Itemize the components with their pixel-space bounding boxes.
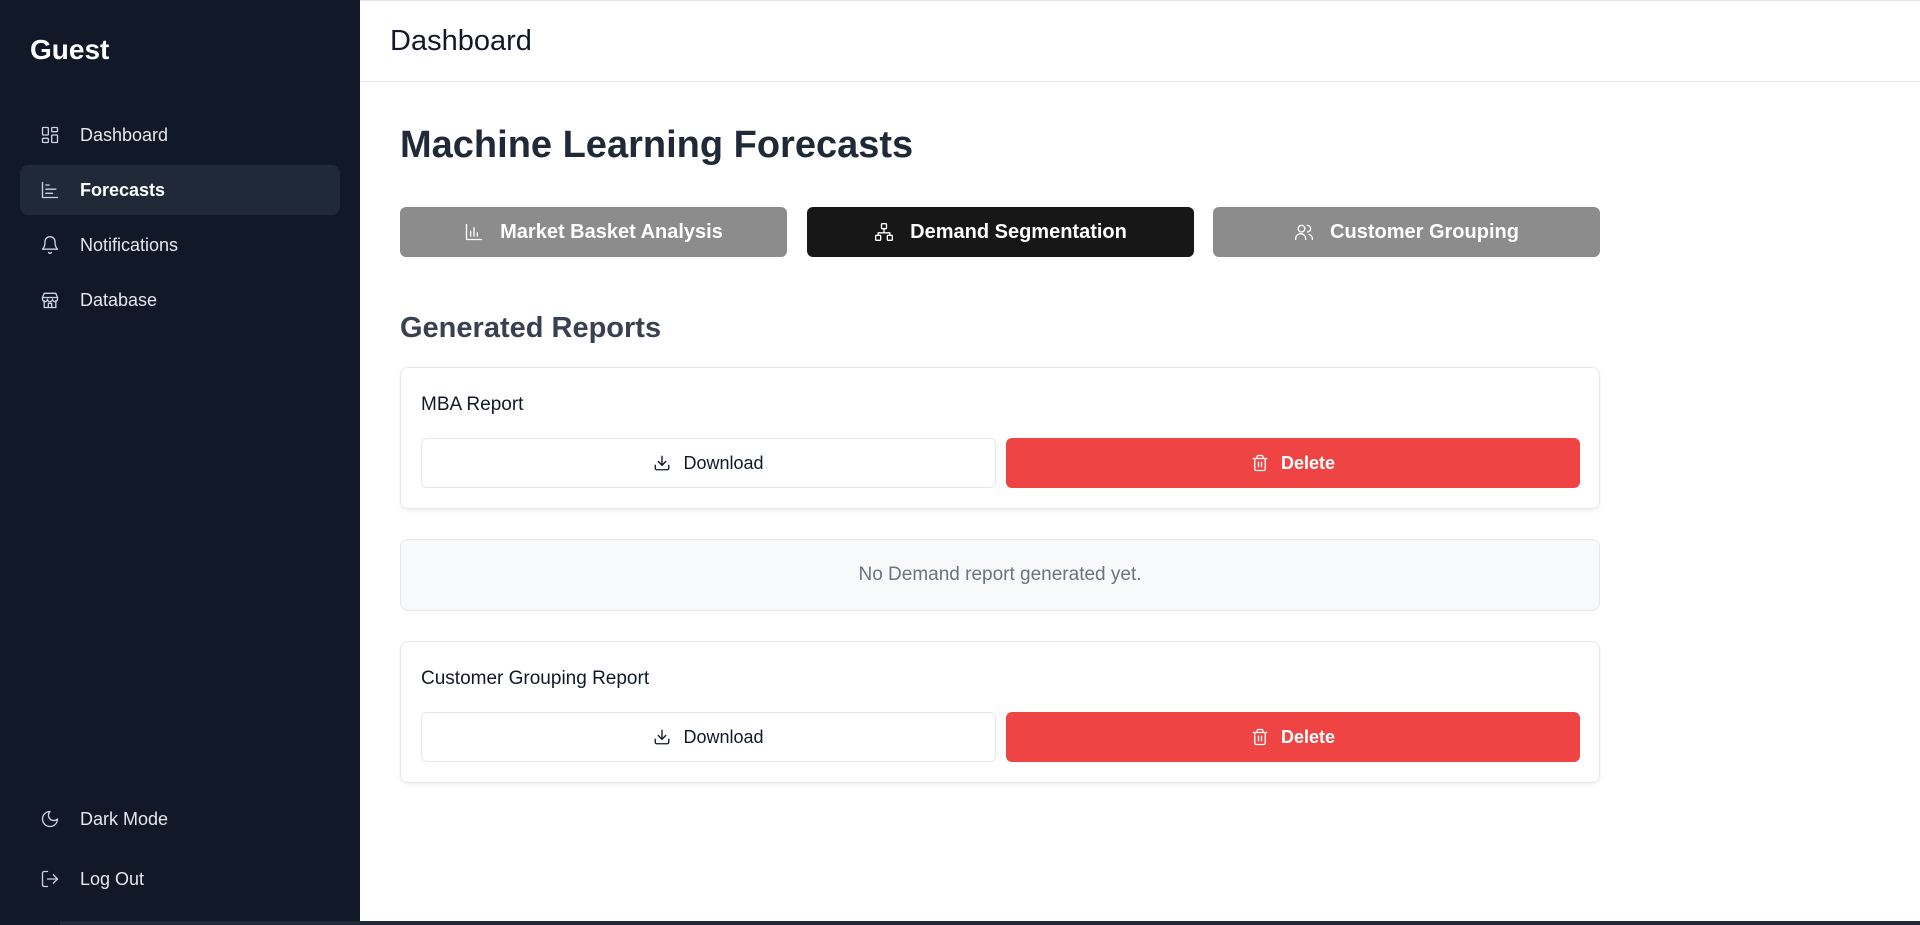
empty-demand-report: No Demand report generated yet. [400, 539, 1600, 611]
tab-demand-segmentation[interactable]: Demand Segmentation [807, 207, 1194, 257]
sidebar-item-label: Dashboard [80, 124, 169, 145]
header-title: Dashboard [390, 25, 532, 57]
dark-mode-label: Dark Mode [80, 808, 169, 829]
sidebar-item-database[interactable]: Database [20, 275, 340, 325]
report-card-customer-grouping: Customer Grouping Report Download Delete [400, 641, 1600, 783]
moon-icon [40, 809, 60, 829]
bar-chart-icon [464, 222, 484, 242]
chart-icon [40, 180, 60, 200]
section-title: Generated Reports [400, 312, 662, 344]
download-button[interactable]: Download [421, 438, 996, 488]
sidebar: Guest Dashboard Forecasts Notifications … [0, 0, 360, 925]
log-out-label: Log Out [80, 868, 145, 889]
sidebar-item-forecasts[interactable]: Forecasts [20, 165, 340, 215]
forecast-tabs: Market Basket Analysis Demand Segmentati… [400, 207, 1600, 257]
empty-message: No Demand report generated yet. [858, 564, 1142, 585]
bottom-scrollbar-track [60, 921, 1920, 925]
tab-label: Demand Segmentation [910, 220, 1127, 243]
download-icon [653, 728, 671, 746]
delete-label: Delete [1280, 726, 1336, 747]
delete-label: Delete [1280, 452, 1336, 473]
sidebar-item-label: Database [80, 289, 158, 310]
page-title: Machine Learning Forecasts [400, 124, 914, 166]
download-button[interactable]: Download [421, 712, 996, 762]
top-bar: Dashboard [360, 0, 1920, 82]
delete-button[interactable]: Delete [1006, 438, 1580, 488]
sidebar-item-label: Forecasts [80, 179, 166, 200]
sidebar-nav: Dashboard Forecasts Notifications Databa… [20, 110, 340, 330]
network-icon [874, 222, 894, 242]
trash-icon [1251, 728, 1269, 746]
download-label: Download [683, 726, 764, 747]
report-title: MBA Report [421, 394, 524, 415]
log-out-button[interactable]: Log Out [20, 854, 340, 904]
dashboard-grid-icon [40, 125, 60, 145]
tab-label: Market Basket Analysis [500, 220, 723, 243]
delete-button[interactable]: Delete [1006, 712, 1580, 762]
download-label: Download [683, 452, 764, 473]
sidebar-item-notifications[interactable]: Notifications [20, 220, 340, 270]
dark-mode-toggle[interactable]: Dark Mode [20, 794, 340, 844]
sidebar-item-label: Notifications [80, 234, 179, 255]
sidebar-item-dashboard[interactable]: Dashboard [20, 110, 340, 160]
users-icon [1294, 222, 1314, 242]
trash-icon [1251, 454, 1269, 472]
store-icon [40, 290, 60, 310]
tab-label: Customer Grouping [1330, 220, 1519, 243]
logout-icon [40, 869, 60, 889]
tab-customer-grouping[interactable]: Customer Grouping [1213, 207, 1600, 257]
bell-icon [40, 235, 60, 255]
brand-title: Guest [30, 34, 110, 65]
report-card-mba: MBA Report Download Delete [400, 367, 1600, 509]
tab-market-basket-analysis[interactable]: Market Basket Analysis [400, 207, 787, 257]
report-title: Customer Grouping Report [421, 668, 650, 689]
sidebar-bottom: Dark Mode Log Out [20, 794, 340, 914]
download-icon [653, 454, 671, 472]
